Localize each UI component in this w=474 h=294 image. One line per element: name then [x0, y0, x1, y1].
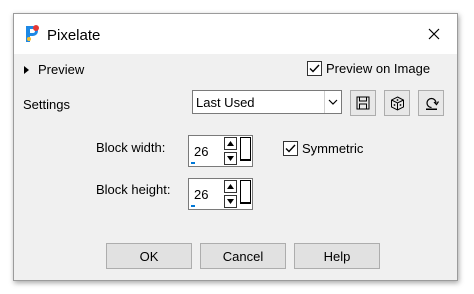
slider-handle[interactable]	[240, 137, 251, 161]
block-height-spinner[interactable]	[224, 180, 237, 208]
paintshop-app-icon	[23, 24, 41, 44]
block-height-field[interactable]: 26	[188, 178, 253, 210]
floppy-disk-icon	[356, 96, 370, 110]
preview-label: Preview	[38, 62, 85, 77]
checkbox-checked-icon[interactable]	[283, 141, 298, 156]
dice-icon	[390, 95, 404, 111]
ok-label: OK	[139, 248, 159, 264]
close-icon[interactable]	[428, 28, 440, 40]
symmetric-checkbox[interactable]: Symmetric	[283, 141, 363, 156]
cancel-button[interactable]: Cancel	[200, 243, 286, 269]
preview-expander[interactable]: Preview	[24, 62, 84, 77]
help-button[interactable]: Help	[294, 243, 380, 269]
block-width-field[interactable]: 26	[188, 135, 253, 167]
randomize-button[interactable]	[384, 90, 410, 116]
focus-indicator	[191, 205, 195, 207]
cancel-label: Cancel	[222, 248, 264, 264]
block-height-value[interactable]: 26	[194, 187, 208, 202]
preset-value: Last Used	[196, 95, 255, 110]
spin-down-icon[interactable]	[224, 195, 237, 208]
slider-handle[interactable]	[240, 180, 251, 204]
title-bar: Pixelate	[14, 14, 457, 54]
pixelate-dialog: Pixelate Preview Preview on Image Settin…	[13, 13, 458, 281]
block-height-label: Block height:	[96, 182, 171, 197]
settings-label: Settings	[23, 97, 70, 112]
save-preset-button[interactable]	[350, 90, 376, 116]
spin-up-icon[interactable]	[224, 180, 237, 193]
block-width-value[interactable]: 26	[194, 144, 208, 159]
preview-on-image-checkbox[interactable]: Preview on Image	[307, 61, 430, 76]
ok-button[interactable]: OK	[106, 243, 192, 269]
help-label: Help	[323, 248, 351, 264]
spin-down-icon[interactable]	[224, 152, 237, 165]
reset-arrow-icon	[425, 97, 439, 110]
expand-triangle-icon[interactable]	[24, 65, 29, 74]
block-width-spinner[interactable]	[224, 137, 237, 165]
preset-dropdown[interactable]: Last Used	[192, 90, 342, 114]
focus-indicator	[191, 162, 195, 164]
close-button[interactable]	[411, 14, 457, 54]
block-width-label: Block width:	[96, 140, 166, 155]
chevron-down-icon[interactable]	[324, 91, 341, 113]
spin-up-icon[interactable]	[224, 137, 237, 150]
checkbox-checked-icon[interactable]	[307, 61, 322, 76]
window-title: Pixelate	[47, 27, 101, 44]
preview-on-image-label: Preview on Image	[326, 61, 431, 76]
reset-button[interactable]	[418, 90, 444, 116]
symmetric-label: Symmetric	[302, 141, 364, 156]
